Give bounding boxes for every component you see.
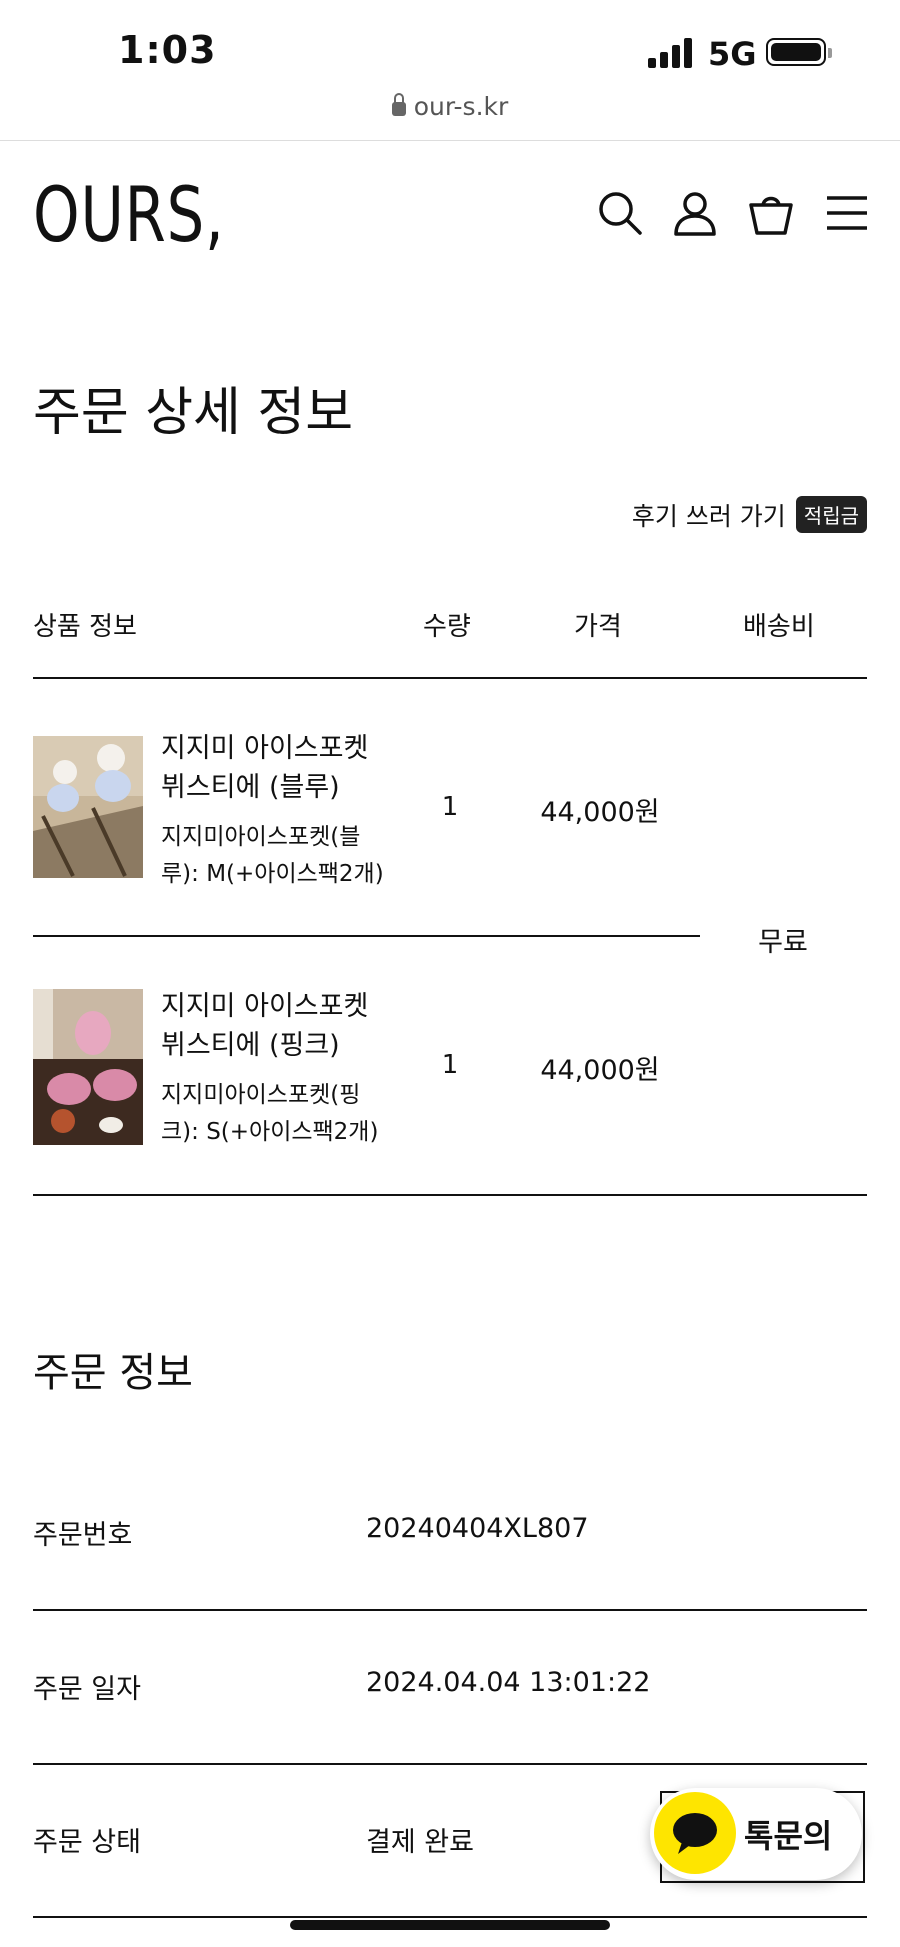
order-status-label: 주문 상태 [33,1827,141,1858]
search-icon[interactable] [597,190,643,236]
col-header-shipping: 배송비 [743,612,815,642]
chat-bubble-icon [654,1792,736,1874]
col-header-product: 상품 정보 [33,612,137,642]
status-time: 1:03 [118,28,217,72]
product-name[interactable]: 지지미 아이스포켓 뷔스티에 (핑크) [161,987,376,1065]
product-name[interactable]: 지지미 아이스포켓 뷔스티에 (블루) [161,729,376,807]
row-divider [33,1609,867,1611]
product-option: 지지미아이스포켓(블루): M(+아이스팩2개) [161,824,384,887]
table-header-divider [33,677,867,679]
product-thumbnail[interactable] [33,736,143,878]
review-link[interactable]: 후기 쓰러 가기 적립금 [632,496,867,533]
product-option: 지지미아이스포켓(핑크): S(+아이스팩2개) [161,1082,379,1145]
order-date-value: 2024.04.04 13:01:22 [366,1667,651,1698]
item-price: 44,000원 [540,797,660,828]
col-header-price: 가격 [574,612,622,642]
url-text: our-s.kr [413,92,509,121]
shipping-fee: 무료 [758,927,808,958]
site-logo[interactable]: OURS, [33,170,225,259]
order-number-label: 주문번호 [33,1520,133,1551]
item-price: 44,000원 [540,1055,660,1086]
item-qty: 1 [441,792,459,822]
menu-icon[interactable] [824,190,870,236]
product-thumbnail[interactable] [33,989,143,1145]
url-bar[interactable]: our-s.kr [0,92,900,121]
item-qty: 1 [441,1050,459,1080]
order-date-label: 주문 일자 [33,1674,141,1705]
item-divider [33,935,700,937]
order-number-value: 20240404XL807 [366,1513,589,1544]
home-indicator [290,1920,610,1930]
header-divider [0,140,900,141]
signal-icon [648,36,692,68]
network-type: 5G [708,35,757,73]
row-divider [33,1763,867,1765]
order-status-value: 결제 완료 [366,1827,474,1858]
page-title: 주문 상세 정보 [33,383,354,443]
cart-icon[interactable] [748,190,794,236]
user-icon[interactable] [672,190,718,236]
table-bottom-divider [33,1194,867,1196]
col-header-qty: 수량 [423,612,471,642]
kakao-chat-label: 톡문의 [744,1817,833,1855]
battery-icon [766,38,832,66]
review-link-label: 후기 쓰러 가기 [631,501,786,531]
points-badge: 적립금 [795,496,867,533]
lock-icon [391,93,406,116]
row-divider [33,1916,867,1918]
section-title: 주문 정보 [33,1350,193,1396]
